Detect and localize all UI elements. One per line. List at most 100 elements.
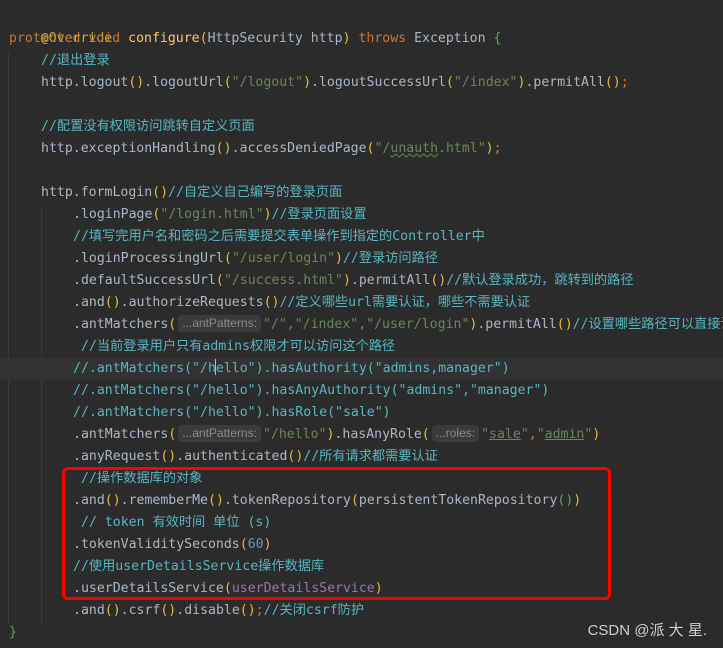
code-token: .logoutUrl	[144, 75, 224, 90]
exception-type: Exception	[414, 31, 486, 46]
string-literal: "/","/index","/user/login"	[262, 317, 470, 332]
commented-code: //.antMatchers("/hello").hasAnyAuthority…	[73, 383, 550, 398]
string-literal: sale	[489, 427, 521, 442]
code-token: .tokenRepository	[223, 493, 351, 508]
comment: //登录页面设置	[271, 207, 367, 222]
code-token: .antMatchers	[73, 317, 169, 332]
keyword-throws: throws	[358, 31, 407, 46]
keyword-protected: protected	[9, 31, 81, 46]
code-editor[interactable]: @Override protected void configure(HttpS…	[0, 0, 723, 648]
open-brace: {	[493, 31, 502, 46]
code-token: .and	[73, 493, 105, 508]
string-literal: admin	[544, 427, 585, 442]
comment: //当前登录用户只有admins权限才可以访问这个路径	[81, 339, 396, 354]
code-line-antmatchers: .antMatchers(...antPatterns: "/","/index"…	[0, 314, 723, 336]
comment: //自定义自己编写的登录页面	[168, 185, 343, 200]
code-token: http.formLogin	[41, 185, 153, 200]
string-literal: "/success.html"	[223, 273, 343, 288]
code-line-comment: //填写完用户名和密码之后需要提交表单操作到指定的Controller中	[0, 226, 723, 248]
code-token: .permitAll	[525, 75, 605, 90]
comment: //定义哪些url需要认证，哪些不需要认证	[279, 295, 531, 310]
string-literal: "/logout"	[231, 75, 304, 90]
code-line-user-details-service: .userDetailsService(userDetailsService)	[73, 581, 383, 596]
code-token: .csrf	[120, 603, 161, 618]
code-token: .anyRequest	[73, 449, 161, 464]
code-token: .authenticated	[176, 449, 288, 464]
string-literal: "/	[374, 141, 391, 156]
code-line-comment: // token 有效时间 单位 (s)	[0, 512, 723, 534]
code-token: .tokenValiditySeconds	[73, 537, 240, 552]
code-line-has-any-role: .antMatchers(...antPatterns: "/hello").ha…	[73, 425, 601, 442]
param-type: HttpSecurity	[207, 31, 303, 46]
code-line-commented: //.antMatchers("/hello").hasRole("sale")	[0, 402, 723, 424]
code-token: .permitAll	[350, 273, 431, 288]
code-token: .disable	[176, 603, 240, 618]
code-token: .authorizeRequests	[120, 295, 264, 310]
code-token: .and	[73, 295, 105, 310]
code-line-comment: //退出登录	[0, 50, 723, 72]
string-literal: "/login.html"	[160, 207, 264, 222]
commented-code: //.antMatchers("/h	[73, 361, 216, 376]
code-line-access-denied: http.exceptionHandling().accessDeniedPag…	[41, 141, 502, 156]
code-line-comment: //当前登录用户只有admins权限才可以访问这个路径	[0, 336, 723, 358]
code-token: .logoutSuccessUrl	[311, 75, 446, 90]
parameter-hint: ...antPatterns:	[178, 425, 261, 442]
code-token: .loginProcessingUrl	[73, 251, 224, 266]
comment-logout: //退出登录	[41, 53, 110, 68]
code-line-annotation: @Override	[0, 6, 723, 46]
keyword-void: void	[88, 31, 121, 46]
close-brace: }	[9, 625, 17, 640]
code-line-validity: .tokenValiditySeconds(60)	[73, 537, 272, 552]
parameter-hint: ...antPatterns:	[178, 315, 261, 332]
code-line-any-request: .anyRequest().authenticated()//所有请求都需要认证	[73, 449, 438, 464]
code-line-processing-url: .loginProcessingUrl("/user/login")//登录访问…	[73, 251, 438, 266]
string-literal: .html"	[438, 141, 486, 156]
string-literal: "/hello"	[262, 427, 327, 442]
number-literal: 60	[247, 537, 264, 552]
code-line-signature: protected void configure(HttpSecurity ht…	[9, 31, 502, 46]
string-literal: "/user/login"	[231, 251, 336, 266]
code-line-commented: //.antMatchers("/hello").hasAnyAuthority…	[0, 380, 723, 402]
param-name: http	[310, 31, 343, 46]
parameter-hint: ...roles:	[431, 425, 480, 442]
code-line-comment: //操作数据库的对象	[0, 468, 723, 490]
code-line-comment: //配置没有权限访问跳转自定义页面	[0, 116, 723, 138]
comment: //所有请求都需要认证	[303, 449, 438, 464]
comment: //操作数据库的对象	[81, 471, 203, 486]
code-token: .loginPage	[73, 207, 153, 222]
code-line-logout: http.logout().logoutUrl("/logout").logou…	[41, 75, 629, 90]
field-reference: userDetailsService	[231, 581, 375, 596]
comment: //使用userDetailsService操作数据库	[73, 559, 325, 574]
code-token: .hasAnyRole	[334, 427, 422, 442]
commented-code: ello").hasAuthority("admins,manager")	[215, 361, 510, 376]
code-line-current: //.antMatchers("/hello").hasAuthority("a…	[0, 358, 723, 380]
comment: //默认登录成功，跳转到的路径	[446, 273, 634, 288]
comment: //填写完用户名和密码之后需要提交表单操作到指定的Controller中	[73, 229, 485, 244]
code-line-loginpage: .loginPage("/login.html")//登录页面设置	[73, 207, 367, 222]
code-token: http.exceptionHandling	[41, 141, 216, 156]
code-line-formlogin: http.formLogin()//自定义自己编写的登录页面	[41, 185, 343, 200]
watermark: CSDN @派 大 星.	[587, 622, 707, 639]
comment: // token 有效时间 单位 (s)	[81, 515, 272, 530]
commented-code: //.antMatchers("/hello").hasRole("sale")	[73, 405, 391, 420]
comment: //登录访问路径	[342, 251, 438, 266]
code-line-authorize: .and().authorizeRequests()//定义哪些url需要认证，…	[73, 295, 531, 310]
code-token: http.logout	[41, 75, 129, 90]
code-token: .antMatchers	[73, 427, 169, 442]
code-line-remember-me: .and().rememberMe().tokenRepository(pers…	[73, 493, 582, 508]
code-token: .rememberMe	[120, 493, 208, 508]
code-token: .and	[73, 603, 105, 618]
comment: //关闭csrf防护	[263, 603, 365, 618]
code-line-comment: //使用userDetailsService操作数据库	[0, 556, 723, 578]
string-literal-typo-warning: unauth	[390, 141, 439, 156]
string-literal: "/index"	[453, 75, 518, 90]
comment: //设置哪些路径可以直接访问	[572, 317, 723, 332]
code-token: .defaultSuccessUrl	[73, 273, 216, 288]
comment-access-denied: //配置没有权限访问跳转自定义页面	[41, 119, 255, 134]
code-token: persistentTokenRepository	[358, 493, 558, 508]
method-name: configure	[128, 31, 200, 46]
code-token: .permitAll	[477, 317, 557, 332]
code-token: .accessDeniedPage	[231, 141, 367, 156]
code-token: .userDetailsService	[73, 581, 224, 596]
code-line-success-url: .defaultSuccessUrl("/success.html").perm…	[73, 273, 634, 288]
